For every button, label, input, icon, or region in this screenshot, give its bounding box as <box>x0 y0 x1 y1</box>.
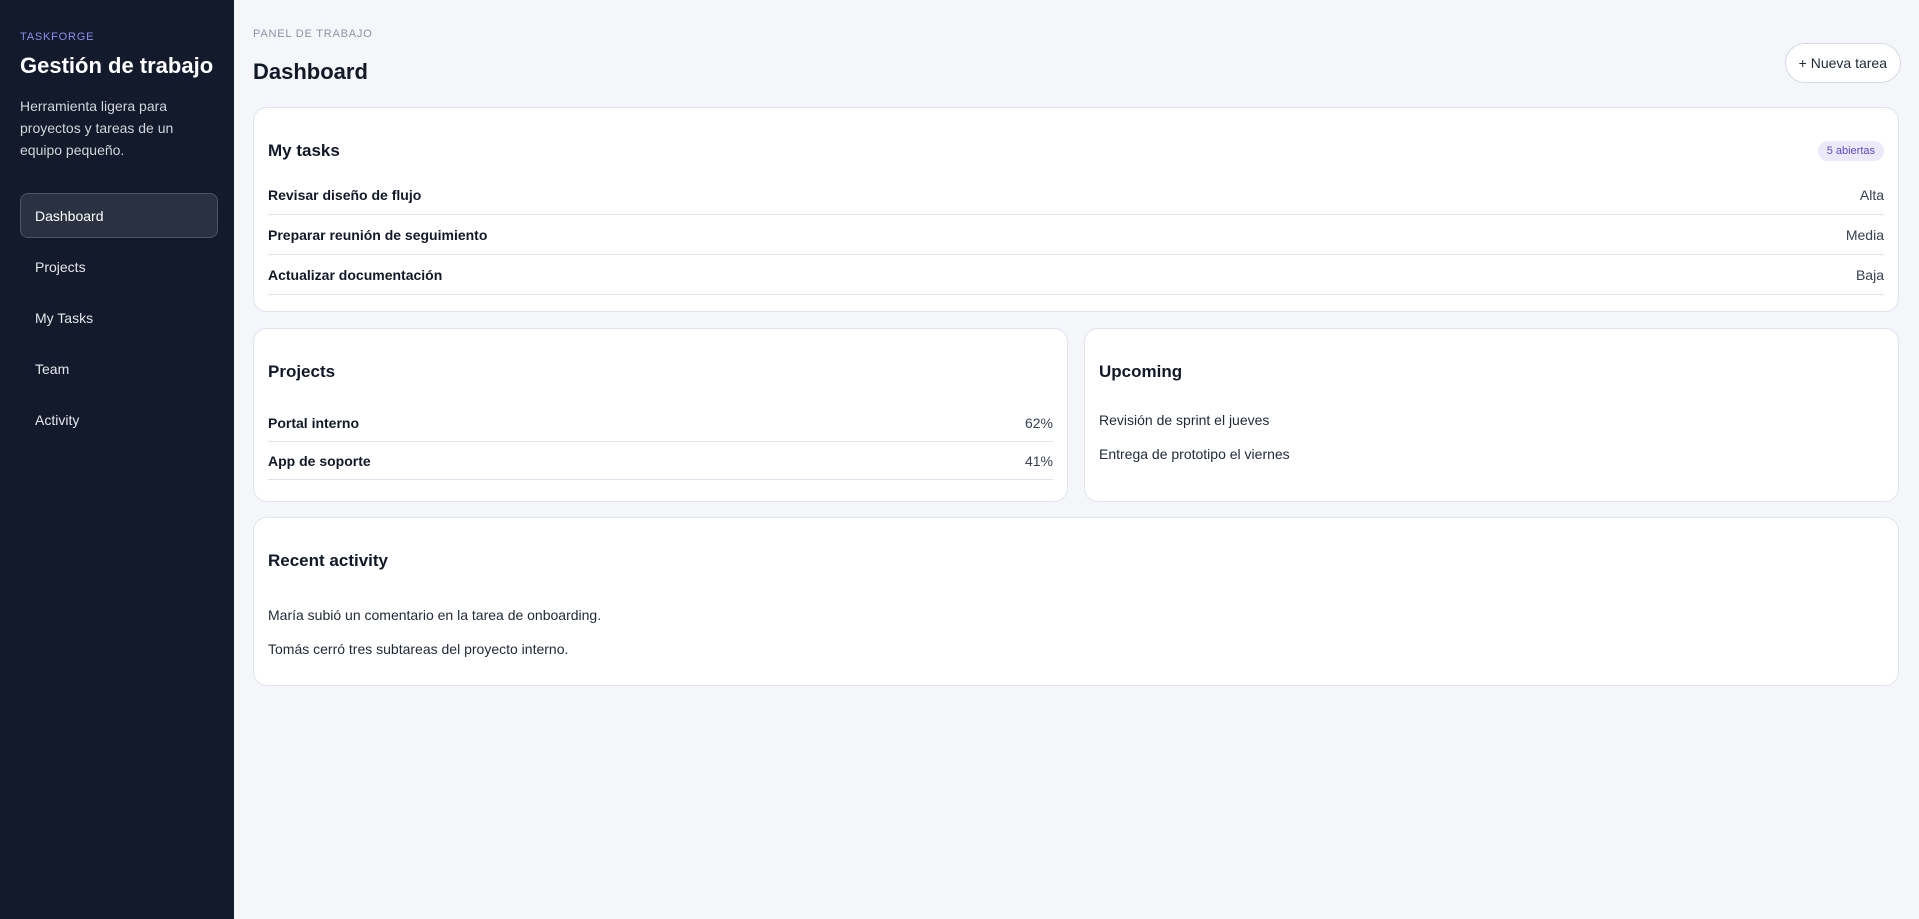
project-progress: 41% <box>1024 452 1053 469</box>
task-row[interactable]: Preparar reunión de seguimiento Media <box>268 215 1884 255</box>
open-tasks-badge: 5 abiertas <box>1817 141 1884 161</box>
upcoming-list: Revisión de sprint el jueves Entrega de … <box>1099 410 1884 478</box>
upcoming-item: Revisión de sprint el jueves <box>1099 412 1270 428</box>
project-row[interactable]: Portal interno 62% <box>268 404 1053 442</box>
task-name: Revisar diseño de flujo <box>268 186 422 203</box>
my-tasks-title: My tasks <box>268 141 340 160</box>
task-priority: Alta <box>1859 186 1884 203</box>
sidebar-item-team[interactable]: Team <box>20 346 218 391</box>
main-content: PANEL DE TRABAJO Dashboard + Nueva tarea… <box>234 0 1919 919</box>
task-row[interactable]: Actualizar documentación Baja <box>268 255 1884 295</box>
task-name: Actualizar documentación <box>268 266 443 283</box>
sidebar-item-dashboard[interactable]: Dashboard <box>20 193 218 239</box>
upcoming-card: Upcoming Revisión de sprint el jueves En… <box>1084 328 1899 502</box>
my-tasks-card: My tasks 5 abiertas Revisar diseño de fl… <box>253 107 1899 312</box>
projects-card: Projects Portal interno 62% App de sopor… <box>253 328 1068 502</box>
new-task-button[interactable]: + Nueva tarea <box>1784 43 1901 83</box>
upcoming-item: Entrega de prototipo el viernes <box>1099 446 1290 462</box>
projects-title: Projects <box>268 362 336 381</box>
project-progress: 62% <box>1024 414 1053 431</box>
task-name: Preparar reunión de seguimiento <box>268 226 488 243</box>
sidebar-item-my-tasks[interactable]: My Tasks <box>20 295 218 340</box>
activity-list: María subió un comentario en la tarea de… <box>268 605 1884 673</box>
app-root: TASKFORGE Gestión de trabajo Herramienta… <box>0 0 1919 919</box>
project-row[interactable]: App de soporte 41% <box>268 442 1053 480</box>
page-title: Dashboard <box>253 59 368 84</box>
sidebar-item-activity[interactable]: Activity <box>20 397 218 442</box>
sidebar-nav: Dashboard Projects My Tasks Team Activit… <box>20 193 218 442</box>
upcoming-title: Upcoming <box>1099 362 1183 381</box>
recent-activity-card: Recent activity María subió un comentari… <box>253 517 1899 686</box>
recent-activity-title: Recent activity <box>268 551 388 570</box>
project-list: Portal interno 62% App de soporte 41% <box>268 404 1053 480</box>
page-eyebrow: PANEL DE TRABAJO <box>253 28 373 40</box>
task-list: Revisar diseño de flujo Alta Preparar re… <box>268 175 1884 295</box>
sidebar: TASKFORGE Gestión de trabajo Herramienta… <box>0 0 234 919</box>
activity-item: Tomás cerró tres subtareas del proyecto … <box>268 641 569 657</box>
project-name: Portal interno <box>268 414 360 431</box>
activity-item: María subió un comentario en la tarea de… <box>268 607 602 623</box>
middle-row: Projects Portal interno 62% App de sopor… <box>253 328 1899 502</box>
project-name: App de soporte <box>268 452 371 469</box>
task-row[interactable]: Revisar diseño de flujo Alta <box>268 175 1884 215</box>
brand-eyebrow: TASKFORGE <box>20 31 95 43</box>
task-priority: Media <box>1845 226 1884 243</box>
task-priority: Baja <box>1855 266 1884 283</box>
brand-description: Herramienta ligera para proyectos y tare… <box>20 98 174 159</box>
brand-title: Gestión de trabajo <box>20 53 214 78</box>
sidebar-item-projects[interactable]: Projects <box>20 244 218 289</box>
